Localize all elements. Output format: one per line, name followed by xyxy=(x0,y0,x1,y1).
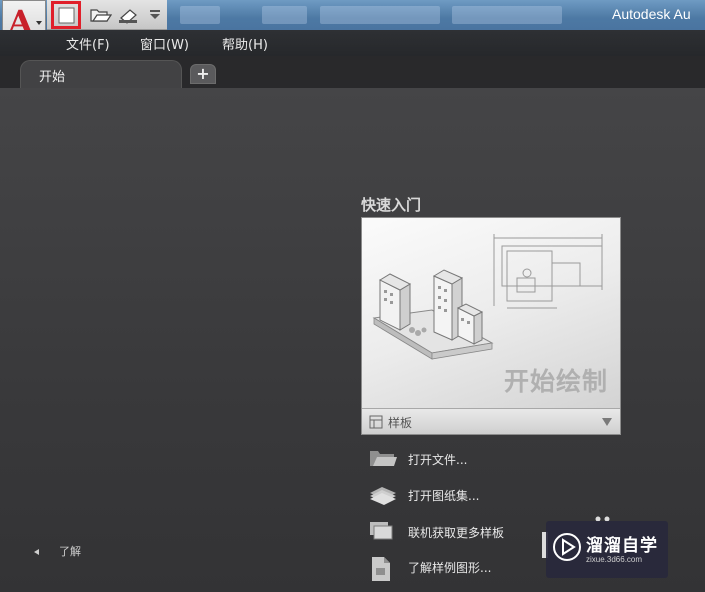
menu-window[interactable]: 窗口(W) xyxy=(140,34,189,53)
action-label: 打开图纸集... xyxy=(408,489,480,503)
window-title: Autodesk Au xyxy=(612,6,691,22)
chevron-down-icon xyxy=(602,418,612,426)
menu-bar: 文件(F) 窗口(W) 帮助(H) xyxy=(0,30,705,56)
new-document-icon xyxy=(58,7,75,24)
save-button[interactable] xyxy=(115,3,141,27)
watermark-url: zixue.3d66.com xyxy=(586,555,643,564)
online-templates-icon xyxy=(370,522,393,540)
template-icon xyxy=(369,415,383,429)
menu-file[interactable]: 文件(F) xyxy=(66,34,110,53)
open-button[interactable] xyxy=(87,3,113,27)
template-selector[interactable]: 样板 xyxy=(362,408,620,434)
chevron-down-icon xyxy=(36,21,42,25)
start-drawing-caption: 开始绘制 xyxy=(503,367,608,396)
learn-label: 了解 xyxy=(59,545,81,558)
start-drawing-preview[interactable]: 开始绘制 xyxy=(362,218,620,408)
sample-drawings-link[interactable]: 了解样例图形... xyxy=(368,555,568,581)
tab-label: 开始 xyxy=(39,70,66,85)
watermark-brand: 溜溜自学 xyxy=(586,536,658,556)
tab-start[interactable]: 开始 xyxy=(20,60,182,88)
customize-dropdown-button[interactable] xyxy=(145,3,163,27)
new-drawing-button[interactable] xyxy=(51,1,81,29)
sheet-set-icon xyxy=(370,487,396,505)
action-label: 联机获取更多样板 xyxy=(408,526,505,540)
quick-access-toolbar xyxy=(47,0,167,30)
learn-toggle[interactable]: 了解 xyxy=(34,543,81,559)
watermark: 溜溜自学 zixue.3d66.com xyxy=(546,521,668,578)
new-tab-button[interactable]: + xyxy=(190,64,216,84)
menu-help[interactable]: 帮助(H) xyxy=(222,34,268,53)
tab-strip: 开始 + xyxy=(0,56,705,88)
chevron-left-icon xyxy=(34,549,39,555)
open-folder-icon xyxy=(370,451,397,466)
template-label: 样板 xyxy=(388,416,413,430)
play-logo-icon xyxy=(553,533,581,561)
open-sheet-set-link[interactable]: 打开图纸集... xyxy=(368,483,568,507)
section-title: 快速入门 xyxy=(361,196,422,214)
customize-dropdown-icon xyxy=(150,10,160,19)
blurred-tab xyxy=(262,6,307,24)
save-icon xyxy=(119,9,137,24)
action-label: 了解样例图形... xyxy=(408,561,492,575)
blurred-tab xyxy=(452,6,562,24)
blurred-tab xyxy=(180,6,220,24)
start-drawing-card[interactable]: 开始绘制 样板 xyxy=(361,217,621,435)
sample-drawings-icon xyxy=(372,557,390,581)
open-files-link[interactable]: 打开文件... xyxy=(368,447,568,471)
open-folder-icon xyxy=(90,9,112,22)
blurred-tab xyxy=(320,6,440,24)
online-templates-link[interactable]: 联机获取更多样板 xyxy=(368,520,568,544)
action-label: 打开文件... xyxy=(408,453,468,467)
